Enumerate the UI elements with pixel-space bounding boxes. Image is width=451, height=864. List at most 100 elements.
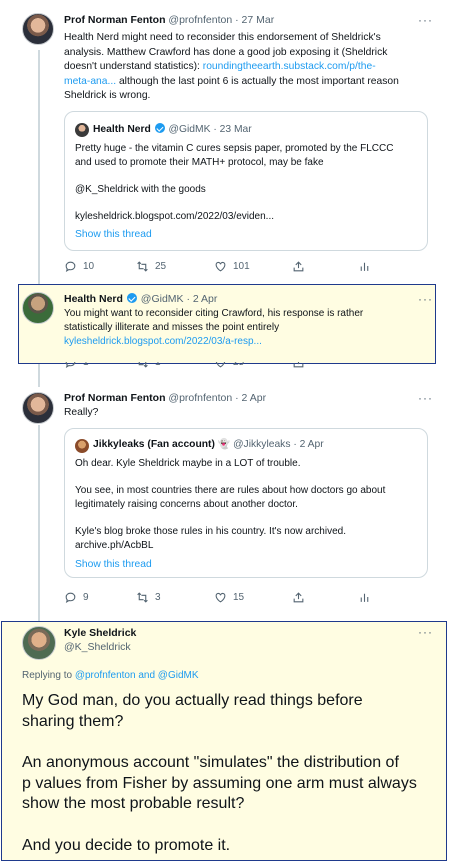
timestamp[interactable]: · 2 Apr <box>186 293 217 305</box>
tweet-actions: 1 1 25 <box>64 362 384 370</box>
reply-button[interactable]: 9 <box>64 591 89 604</box>
text-line: Sheldrick is wrong. <box>64 90 151 101</box>
share-button[interactable] <box>292 591 305 604</box>
like-button[interactable]: 101 <box>214 260 250 273</box>
author-name[interactable]: Kyle Sheldrick <box>64 626 136 640</box>
avatar[interactable] <box>22 392 54 424</box>
more-icon[interactable]: ··· <box>418 13 433 27</box>
ghost-icon: 👻 <box>217 439 231 450</box>
analytics-button[interactable] <box>358 260 371 273</box>
reply-count: 9 <box>83 592 89 603</box>
more-icon[interactable]: ··· <box>418 292 433 306</box>
text-line: And you decide to promote it. <box>22 836 231 854</box>
tweet-healthnerd-2apr[interactable]: Health Nerd @GidMK · 2 Apr ··· You might… <box>0 284 451 380</box>
retweet-count: 25 <box>155 261 167 272</box>
text-line: You might want to reconsider citing Craw… <box>64 308 364 319</box>
timestamp[interactable]: · 2 Apr <box>235 392 266 404</box>
more-icon[interactable]: ··· <box>418 391 433 405</box>
tweet-text: You might want to reconsider citing Craw… <box>64 307 429 349</box>
like-icon <box>214 591 227 604</box>
quoted-tweet[interactable]: Health Nerd @GidMK · 23 Mar Pretty huge … <box>64 111 428 251</box>
author-name[interactable]: Prof Norman Fenton <box>64 14 166 26</box>
text-line: Kyle's blog broke those rules in his cou… <box>75 526 346 537</box>
tweet-header: Prof Norman Fenton @profnfenton · 2 Apr <box>64 392 266 404</box>
text-line: kylesheldrick.blogspot.com/2022/03/evide… <box>75 211 275 222</box>
substack-link-cont[interactable]: meta-ana... <box>64 76 116 87</box>
retweet-icon <box>136 591 149 604</box>
tweet-text: My God man, do you actually read things … <box>22 691 442 856</box>
quote-timestamp: · 2 Apr <box>293 439 324 450</box>
quote-header: Health Nerd @GidMK · 23 Mar <box>93 123 252 135</box>
retweet-button[interactable]: 1 <box>136 362 161 369</box>
quote-author-handle: @Jikkyleaks <box>233 439 291 450</box>
author-name[interactable]: Health Nerd <box>64 293 123 305</box>
reply-count: 10 <box>83 261 95 272</box>
tweet-fenton-2apr[interactable]: Prof Norman Fenton @profnfenton · 2 Apr … <box>0 380 451 620</box>
author-handle[interactable]: @GidMK <box>141 293 184 305</box>
substack-link[interactable]: roundingtheearth.substack.com/p/the- <box>203 61 376 72</box>
text-line: show the most probable result? <box>22 795 245 812</box>
like-icon <box>214 260 227 273</box>
show-thread-link[interactable]: Show this thread <box>75 559 152 570</box>
show-thread-link[interactable]: Show this thread <box>75 229 152 240</box>
share-button[interactable] <box>292 260 305 273</box>
share-icon <box>292 591 305 604</box>
quote-author-name: Health Nerd <box>93 124 151 135</box>
like-icon <box>214 362 227 369</box>
tweet-header: Health Nerd @GidMK · 2 Apr <box>64 293 217 305</box>
like-button[interactable]: 15 <box>214 591 244 604</box>
avatar[interactable] <box>22 13 54 45</box>
tweet-text: Health Nerd might need to reconsider thi… <box>64 31 434 104</box>
timestamp[interactable]: · 27 Mar <box>235 14 274 26</box>
author-handle[interactable]: @K_Sheldrick <box>64 640 136 654</box>
text-line: meta-ana... although the last point 6 is… <box>64 75 434 90</box>
quote-timestamp: · 23 Mar <box>213 124 252 135</box>
avatar <box>75 439 89 453</box>
text-line: statistically illiterate and misses the … <box>64 322 280 333</box>
tweet-header: Prof Norman Fenton @profnfenton · 27 Mar <box>64 14 274 26</box>
like-button[interactable]: 25 <box>214 362 244 369</box>
retweet-count: 1 <box>155 362 161 368</box>
avatar[interactable] <box>22 626 56 660</box>
text-line: legitimately raising concerns about anot… <box>75 499 298 510</box>
like-count: 15 <box>233 592 245 603</box>
more-icon[interactable]: ··· <box>418 625 433 639</box>
author-handle[interactable]: @profnfenton <box>168 392 232 404</box>
blog-link[interactable]: kylesheldrick.blogspot.com/2022/03/a-res… <box>64 335 429 349</box>
tweet-fenton-27mar[interactable]: Prof Norman Fenton @profnfenton · 27 Mar… <box>0 0 451 284</box>
replying-to-handles[interactable]: @profnfenton and @GidMK <box>75 670 199 681</box>
retweet-count: 3 <box>155 592 161 603</box>
reply-icon <box>64 362 77 369</box>
share-button[interactable] <box>292 362 305 369</box>
quote-header: Jikkyleaks (Fan account) 👻 @Jikkyleaks ·… <box>93 439 324 450</box>
text-span: doesn't understand statistics): <box>64 61 200 72</box>
reply-button[interactable]: 10 <box>64 260 94 273</box>
avatar <box>75 123 89 137</box>
reply-count: 1 <box>83 362 89 368</box>
share-icon <box>292 260 305 273</box>
quote-author-handle: @GidMK <box>168 124 211 135</box>
share-icon <box>292 362 305 369</box>
verified-badge-icon <box>154 123 165 133</box>
analytics-button[interactable] <box>358 591 371 604</box>
text-line: archive.ph/AcbBL <box>75 540 154 551</box>
reply-button[interactable]: 1 <box>64 362 89 369</box>
quoted-tweet[interactable]: Jikkyleaks (Fan account) 👻 @Jikkyleaks ·… <box>64 428 428 578</box>
tweet-sheldrick-reply[interactable]: Kyle Sheldrick @K_Sheldrick ··· Replying… <box>0 621 451 861</box>
tweet-actions: 10 25 101 <box>64 260 384 276</box>
retweet-button[interactable]: 25 <box>136 260 166 273</box>
retweet-button[interactable]: 3 <box>136 591 161 604</box>
tweet-header: Kyle Sheldrick @K_Sheldrick <box>64 626 136 654</box>
author-name[interactable]: Prof Norman Fenton <box>64 392 166 404</box>
author-handle[interactable]: @profnfenton <box>168 14 232 26</box>
text-line: p values from Fisher by assuming one arm… <box>22 774 417 792</box>
avatar[interactable] <box>22 292 54 324</box>
retweet-icon <box>136 260 149 273</box>
quote-author-name: Jikkyleaks (Fan account) <box>93 439 215 450</box>
like-count: 25 <box>233 362 245 368</box>
